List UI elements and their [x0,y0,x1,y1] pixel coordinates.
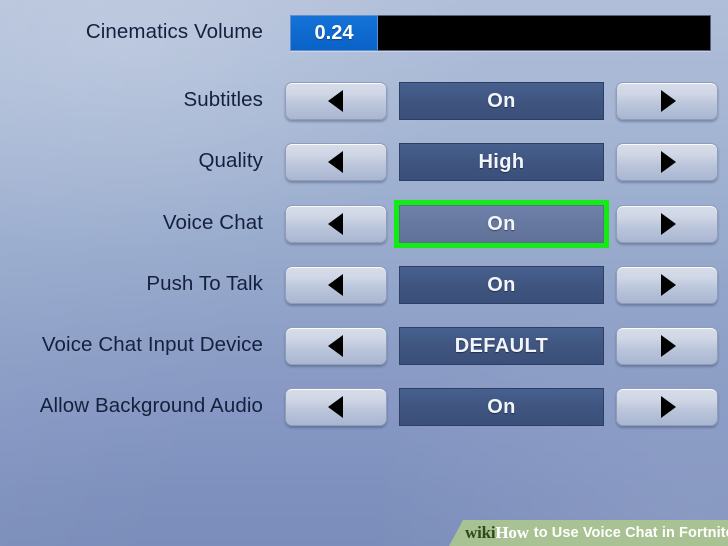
previous-value-button[interactable] [285,143,387,181]
settings-row: Voice Chat On [0,199,728,248]
watermark-how-text: How [495,523,529,542]
triangle-left-icon [327,396,343,418]
triangle-right-icon [660,274,676,296]
fortnite-settings-screen: Cinematics Volume 0.24 Subtitles On Quality H… [0,0,728,546]
triangle-left-icon [327,335,343,357]
row-label: Voice Chat [162,210,263,234]
wikihow-watermark: wiki How to Use Voice Chat in Fortnite [449,520,728,546]
next-value-button[interactable] [616,388,718,426]
settings-row: Allow Background Audio On [0,382,728,430]
triangle-right-icon [660,151,676,173]
setting-value-box[interactable]: On [399,266,604,304]
row-label: Allow Background Audio [39,393,263,417]
slider-value-readout: 0.24 [290,15,378,51]
setting-value-box[interactable]: On [399,82,604,120]
triangle-left-icon [327,213,343,235]
row-label: Quality [198,148,263,172]
previous-value-button[interactable] [285,82,387,120]
next-value-button[interactable] [616,82,718,120]
triangle-left-icon [327,151,343,173]
slider-track[interactable] [378,15,711,51]
next-value-button[interactable] [616,266,718,304]
triangle-left-icon [327,274,343,296]
watermark-wiki-text: wiki [465,523,496,542]
row-label: Cinematics Volume [85,19,263,43]
triangle-right-icon [660,213,676,235]
previous-value-button[interactable] [285,327,387,365]
previous-value-button[interactable] [285,266,387,304]
setting-value-box[interactable]: On [399,388,604,426]
triangle-right-icon [660,396,676,418]
next-value-button[interactable] [616,143,718,181]
triangle-right-icon [660,335,676,357]
previous-value-button[interactable] [285,205,387,243]
row-label: Voice Chat Input Device [41,332,263,356]
next-value-button[interactable] [616,327,718,365]
triangle-left-icon [327,90,343,112]
next-value-button[interactable] [616,205,718,243]
setting-value-box[interactable]: On [394,200,609,248]
row-label: Push To Talk [146,271,263,295]
previous-value-button[interactable] [285,388,387,426]
setting-value-box[interactable]: DEFAULT [399,327,604,365]
triangle-right-icon [660,90,676,112]
settings-row: Subtitles On [0,76,728,124]
setting-value-box[interactable]: High [399,143,604,181]
row-label: Subtitles [183,87,263,111]
watermark-band: wiki How to Use Voice Chat in Fortnite [463,520,728,546]
settings-row: Cinematics Volume 0.24 [0,8,728,56]
settings-row: Push To Talk On [0,260,728,308]
watermark-band-corner [449,520,463,546]
settings-row: Voice Chat Input Device DEFAULT [0,321,728,369]
watermark-caption-text: to Use Voice Chat in Fortnite [533,525,728,541]
volume-slider[interactable]: 0.24 [290,15,711,51]
settings-row: Quality High [0,137,728,185]
